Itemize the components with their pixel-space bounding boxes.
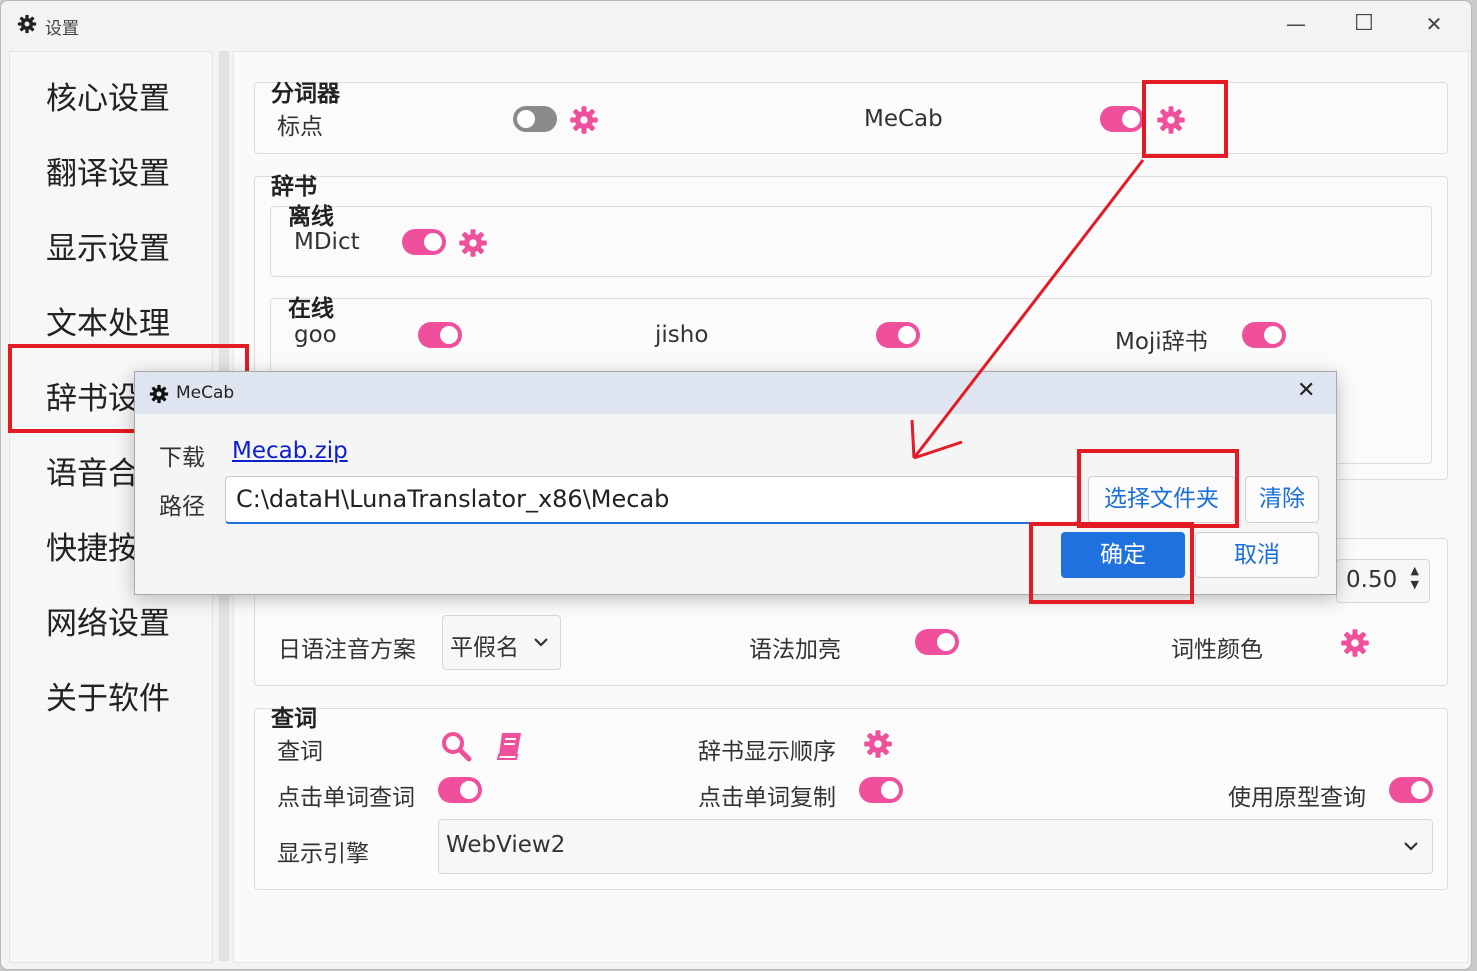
annotation-arrow [910, 159, 1145, 460]
